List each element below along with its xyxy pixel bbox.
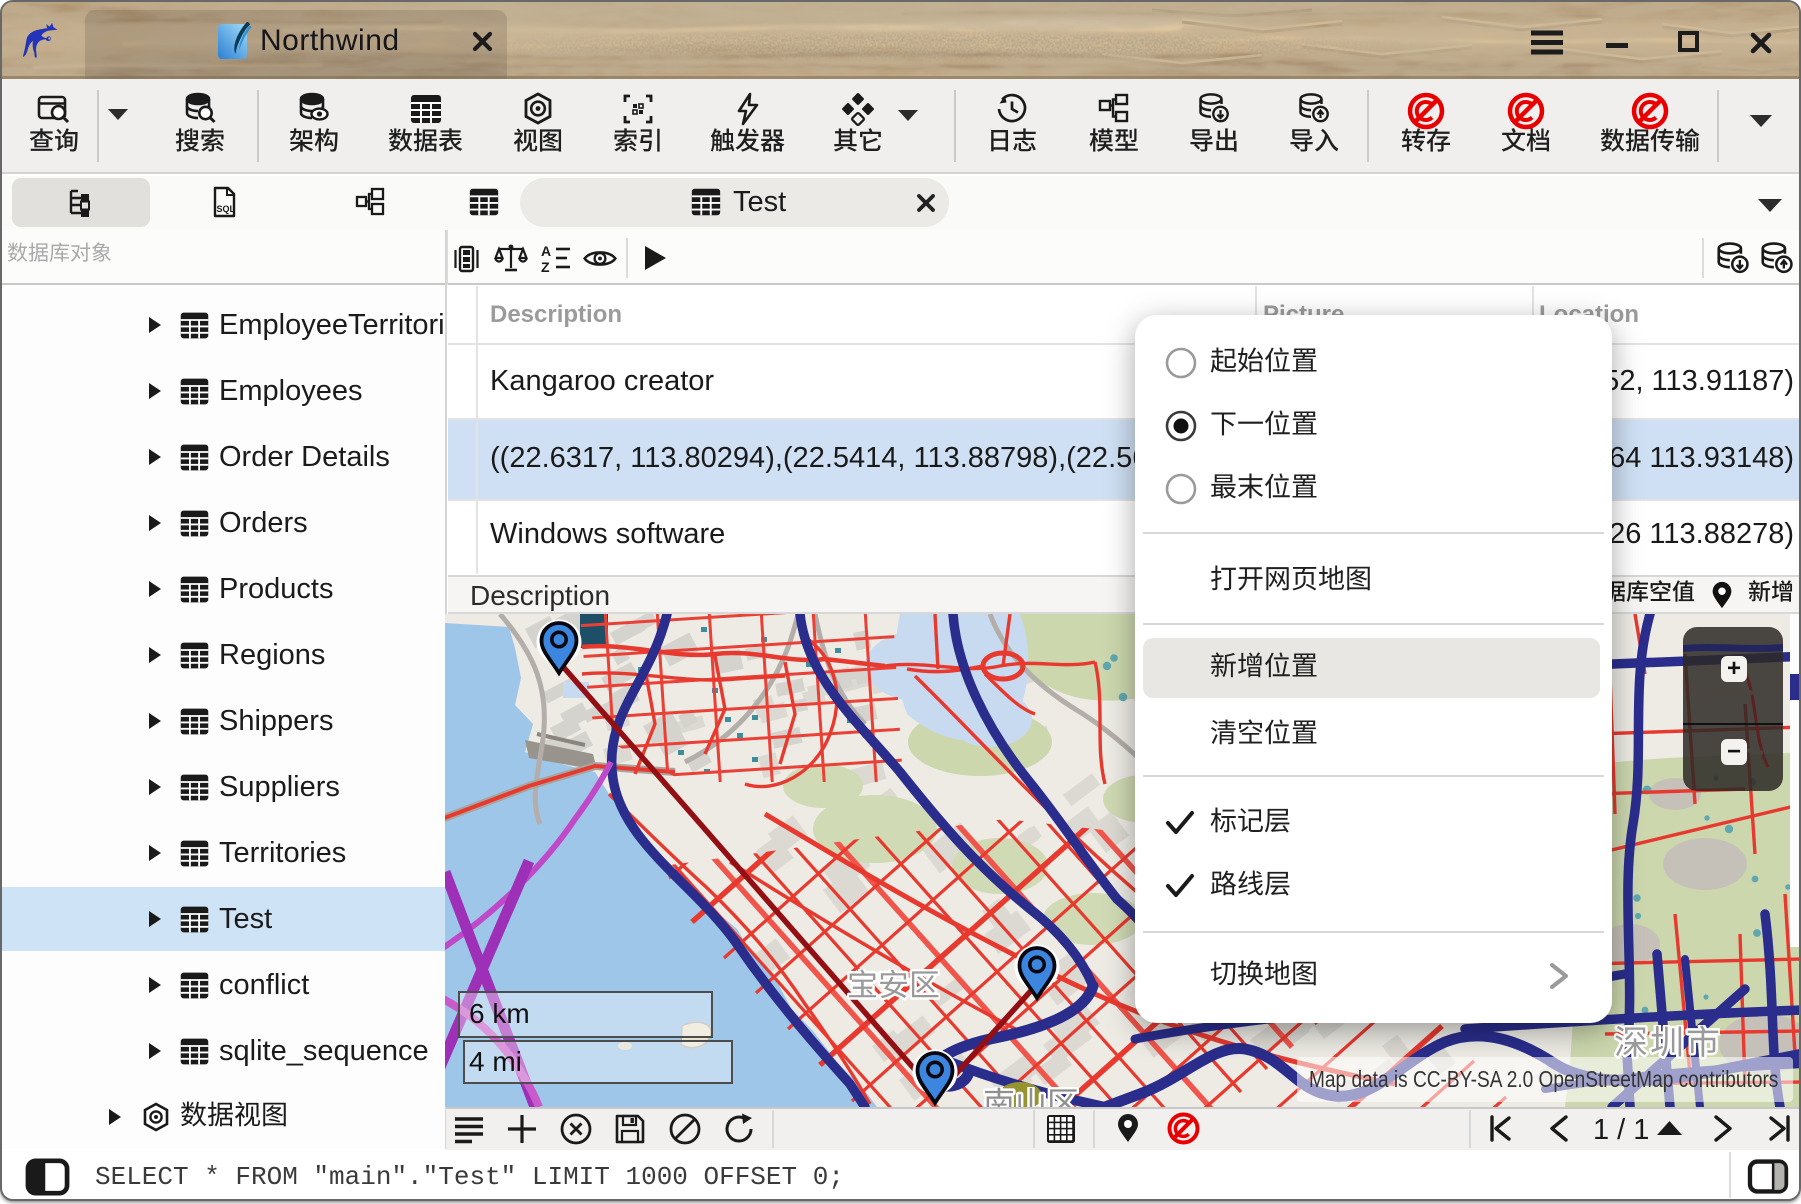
- svg-text:Z: Z: [541, 259, 550, 275]
- svg-text:SQL: SQL: [217, 204, 236, 214]
- svg-text:A: A: [541, 243, 551, 259]
